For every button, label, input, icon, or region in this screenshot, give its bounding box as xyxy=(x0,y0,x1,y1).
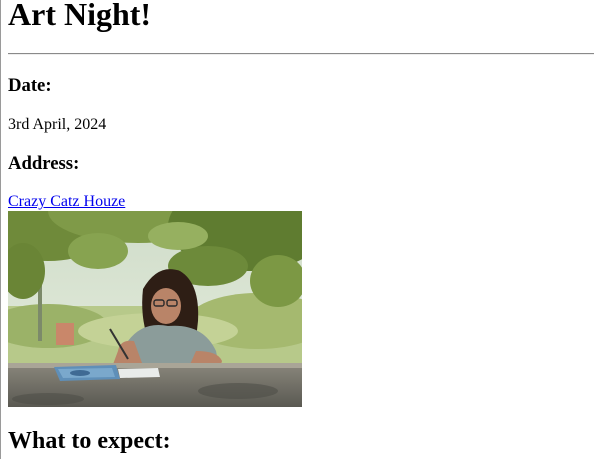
page-title: Art Night! xyxy=(8,0,152,32)
title-divider xyxy=(8,53,594,55)
address-link[interactable]: Crazy Catz Houze xyxy=(8,193,125,211)
what-to-expect-heading: What to expect: xyxy=(8,428,171,454)
date-value: 3rd April, 2024 xyxy=(8,116,107,133)
event-photo xyxy=(8,211,302,407)
address-heading: Address: xyxy=(8,153,80,174)
left-page-edge xyxy=(0,0,1,459)
date-heading: Date: xyxy=(8,75,52,96)
woman-painting-photo xyxy=(8,211,302,407)
